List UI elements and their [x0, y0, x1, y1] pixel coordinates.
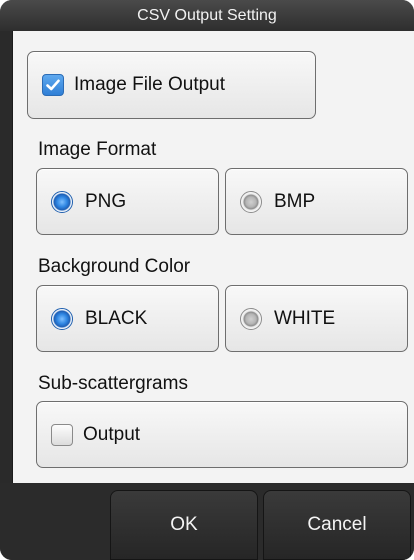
image-format-option-label: PNG [85, 190, 127, 212]
sub-scattergrams-output-toggle[interactable]: Output [36, 401, 408, 468]
image-format-heading: Image Format [38, 139, 157, 160]
cancel-button[interactable]: Cancel [263, 490, 411, 560]
background-color-option-label: BLACK [85, 307, 148, 329]
checkbox-unchecked-icon[interactable] [51, 423, 73, 446]
background-color-option-white[interactable]: WHITE [225, 285, 408, 352]
image-file-output-label: Image File Output [74, 74, 226, 95]
dialog-title: CSV Output Setting [0, 0, 414, 31]
background-color-heading: Background Color [38, 256, 191, 277]
image-format-option-png[interactable]: PNG [36, 168, 219, 235]
ok-button[interactable]: OK [110, 490, 258, 560]
background-color-option-label: WHITE [274, 307, 336, 329]
checkbox-checked-icon[interactable] [42, 74, 64, 96]
radio-unselected-icon[interactable] [240, 190, 262, 213]
background-color-option-black[interactable]: BLACK [36, 285, 219, 352]
radio-selected-icon[interactable] [51, 307, 73, 330]
radio-unselected-icon[interactable] [240, 307, 262, 330]
sub-scattergrams-output-label: Output [83, 423, 141, 445]
sub-scattergrams-heading: Sub-scattergrams [38, 373, 188, 394]
image-format-option-label: BMP [274, 190, 316, 212]
checkmark-icon [46, 79, 60, 91]
image-file-output-toggle[interactable]: Image File Output [27, 51, 316, 119]
csv-output-setting-dialog: CSV Output Setting Image File Output Ima… [0, 0, 414, 560]
image-format-option-bmp[interactable]: BMP [225, 168, 408, 235]
radio-selected-icon[interactable] [51, 190, 73, 213]
